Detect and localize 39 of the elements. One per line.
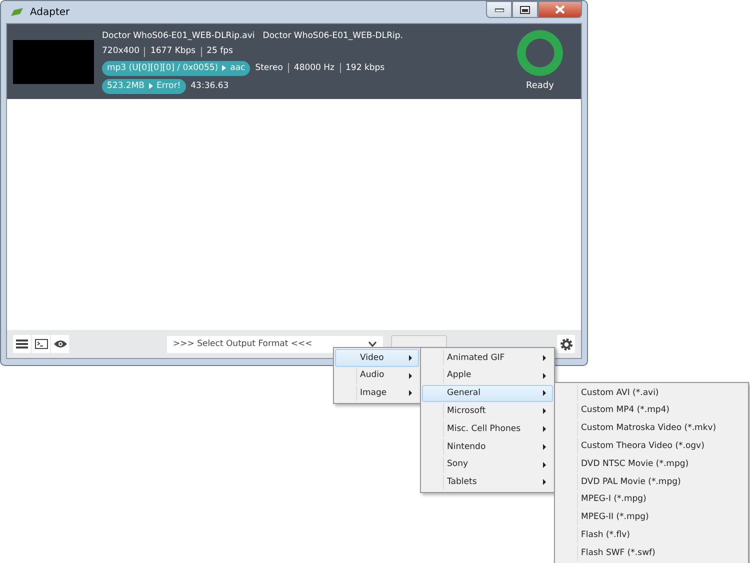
submenu-arrow-icon	[543, 354, 546, 361]
maximize-icon	[520, 6, 530, 14]
submenu-arrow-icon	[409, 390, 412, 396]
menu-icon[interactable]	[13, 335, 31, 353]
close-icon	[555, 5, 565, 14]
maximize-button[interactable]	[512, 1, 538, 18]
terminal-icon[interactable]	[32, 335, 50, 353]
file-name: Doctor WhoS06-E01_WEB-DLRip.avi	[102, 30, 255, 42]
eye-icon[interactable]	[51, 335, 69, 353]
format-dropdown[interactable]: >>> Select Output Format <<<	[167, 336, 383, 352]
info-text: 192 kbps	[346, 62, 385, 75]
close-button[interactable]	[538, 1, 582, 18]
app-icon	[10, 7, 24, 17]
submenu-arrow-icon	[543, 372, 546, 379]
window-title: Adapter	[30, 6, 70, 20]
submenu-arrow-icon	[409, 372, 412, 379]
submenu-arrow-icon	[543, 444, 546, 450]
info-text: 720x400	[102, 45, 140, 58]
chevron-down-icon	[368, 341, 377, 347]
submenu-arrow-icon	[543, 479, 546, 486]
status-label: Ready	[526, 80, 554, 93]
size-tag: 523.2MB Error!	[102, 78, 186, 94]
info-text: Stereo	[255, 62, 283, 75]
duration-text: 43:36.63	[190, 80, 229, 92]
submenu-arrow-icon	[543, 390, 546, 396]
submenu-arrow-icon	[543, 408, 546, 414]
menu-item[interactable]: Video	[335, 349, 419, 367]
submenu-arrow-icon	[543, 462, 546, 468]
minimize-icon	[494, 8, 504, 12]
settings-icon[interactable]	[557, 335, 575, 353]
audio-codec-tag: mp3 (U[0][0][0] / 0x0055) aac	[102, 61, 250, 76]
info-text: 1677 Kbps	[150, 45, 196, 58]
submenu-arrow-icon	[409, 354, 412, 361]
submenu-arrow-icon	[543, 426, 546, 432]
info-text: 48000 Hz	[294, 62, 335, 75]
output-name: Doctor WhoS06-E01_WEB-DLRip.	[262, 30, 403, 42]
menu-item[interactable]: General	[422, 384, 553, 402]
info-text: 25 fps	[206, 45, 233, 58]
minimize-button[interactable]	[486, 1, 512, 18]
